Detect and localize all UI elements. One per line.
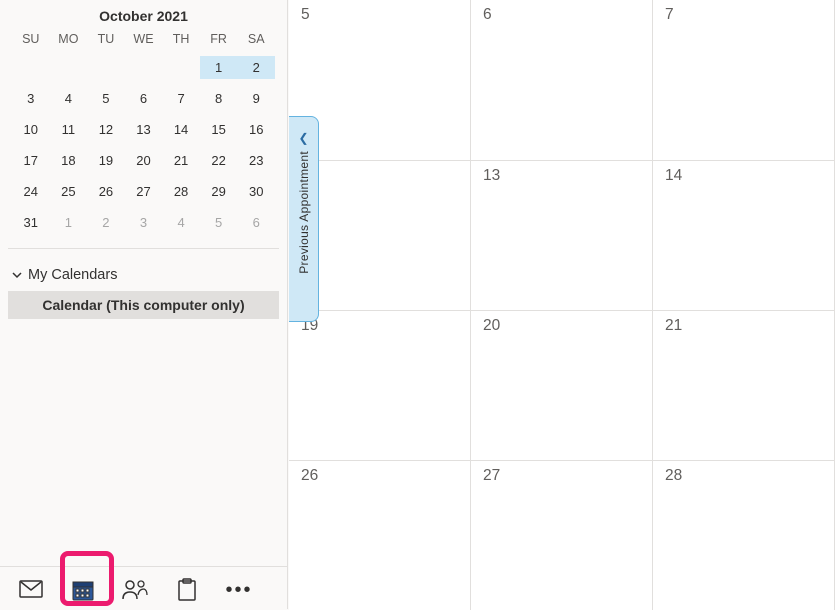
bottom-nav: ••• <box>0 566 288 609</box>
mini-cal-day[interactable]: 15 <box>200 118 238 141</box>
divider <box>8 248 279 249</box>
my-calendars-header[interactable]: My Calendars <box>8 261 279 291</box>
nav-mail-button[interactable] <box>18 577 44 603</box>
mini-cal-day[interactable]: 31 <box>12 211 50 234</box>
main-calendar-view: 5671314192021262728 <box>289 0 835 609</box>
mini-cal-dow: TU <box>87 32 125 48</box>
mini-calendar: October 2021 SUMOTUWETHFRSA1234567891011… <box>0 0 287 234</box>
mini-cal-day[interactable]: 26 <box>87 180 125 203</box>
month-cell[interactable]: 7 <box>653 0 835 160</box>
month-cell[interactable]: 27 <box>471 460 653 610</box>
mini-cal-day[interactable]: 17 <box>12 149 50 172</box>
mini-cal-day[interactable]: 28 <box>162 180 200 203</box>
month-cell[interactable]: 13 <box>471 160 653 310</box>
month-cell[interactable]: 14 <box>653 160 835 310</box>
month-cell[interactable]: 28 <box>653 460 835 610</box>
mini-cal-dow: MO <box>50 32 88 48</box>
mini-cal-day[interactable]: 19 <box>87 149 125 172</box>
mini-cal-day[interactable]: 5 <box>87 87 125 110</box>
mini-cal-day[interactable]: 3 <box>12 87 50 110</box>
month-cell[interactable]: 19 <box>289 310 471 460</box>
mini-cal-day[interactable]: 14 <box>162 118 200 141</box>
mini-cal-day[interactable]: 16 <box>237 118 275 141</box>
mini-cal-day[interactable]: 25 <box>50 180 88 203</box>
mini-cal-day[interactable]: 4 <box>50 87 88 110</box>
mini-cal-day[interactable]: 21 <box>162 149 200 172</box>
mini-cal-day[interactable]: 2 <box>87 211 125 234</box>
mini-cal-day[interactable]: 20 <box>125 149 163 172</box>
ellipsis-icon: ••• <box>226 586 253 594</box>
mini-cal-day <box>12 56 50 79</box>
mini-cal-day[interactable]: 9 <box>237 87 275 110</box>
mini-calendar-grid: SUMOTUWETHFRSA12345678910111213141516171… <box>12 32 275 234</box>
mini-cal-day[interactable]: 7 <box>162 87 200 110</box>
my-calendars-label: My Calendars <box>28 267 117 283</box>
mini-cal-day <box>125 56 163 79</box>
mini-cal-dow: FR <box>200 32 238 48</box>
month-cell[interactable]: 6 <box>471 0 653 160</box>
mini-cal-day[interactable]: 23 <box>237 149 275 172</box>
chevron-left-icon: ❮ <box>298 131 308 145</box>
mini-cal-dow: SU <box>12 32 50 48</box>
mini-cal-dow: TH <box>162 32 200 48</box>
mini-cal-day <box>87 56 125 79</box>
month-cell[interactable]: 20 <box>471 310 653 460</box>
tasks-icon <box>177 578 197 602</box>
mini-cal-day[interactable]: 1 <box>200 56 238 79</box>
mini-cal-day[interactable]: 2 <box>237 56 275 79</box>
month-cell[interactable]: 21 <box>653 310 835 460</box>
mini-cal-day[interactable]: 30 <box>237 180 275 203</box>
nav-overflow-button[interactable]: ••• <box>226 577 252 603</box>
mini-cal-day <box>50 56 88 79</box>
mini-cal-day[interactable]: 5 <box>200 211 238 234</box>
previous-appointment-label: Previous Appointment <box>297 151 311 274</box>
mini-cal-day[interactable]: 4 <box>162 211 200 234</box>
mini-cal-day[interactable]: 1 <box>50 211 88 234</box>
mini-cal-day[interactable]: 3 <box>125 211 163 234</box>
month-grid: 5671314192021262728 <box>289 0 835 609</box>
calendar-item[interactable]: Calendar (This computer only) <box>8 291 279 319</box>
chevron-down-icon <box>12 270 22 280</box>
calendar-icon <box>72 579 94 601</box>
mini-cal-day[interactable]: 18 <box>50 149 88 172</box>
mini-cal-day[interactable]: 29 <box>200 180 238 203</box>
mini-cal-day[interactable]: 12 <box>87 118 125 141</box>
mini-cal-day[interactable]: 27 <box>125 180 163 203</box>
mini-cal-day[interactable]: 10 <box>12 118 50 141</box>
month-cell[interactable]: 26 <box>289 460 471 610</box>
mail-icon <box>19 580 43 600</box>
nav-tasks-button[interactable] <box>174 577 200 603</box>
mini-cal-day[interactable]: 6 <box>125 87 163 110</box>
nav-calendar-button[interactable] <box>70 577 96 603</box>
nav-people-button[interactable] <box>122 577 148 603</box>
mini-cal-day[interactable]: 22 <box>200 149 238 172</box>
mini-cal-day <box>162 56 200 79</box>
people-icon <box>122 579 148 601</box>
sidebar: October 2021 SUMOTUWETHFRSA1234567891011… <box>0 0 288 609</box>
mini-cal-day[interactable]: 6 <box>237 211 275 234</box>
mini-cal-day[interactable]: 8 <box>200 87 238 110</box>
mini-cal-day[interactable]: 24 <box>12 180 50 203</box>
mini-cal-day[interactable]: 13 <box>125 118 163 141</box>
calendars-section: My Calendars Calendar (This computer onl… <box>0 261 287 319</box>
calendar-item-label: Calendar (This computer only) <box>42 297 244 313</box>
previous-appointment-tab[interactable]: ❮ Previous Appointment <box>289 116 319 322</box>
mini-cal-dow: SA <box>237 32 275 48</box>
mini-calendar-title[interactable]: October 2021 <box>12 4 275 32</box>
mini-cal-day[interactable]: 11 <box>50 118 88 141</box>
mini-cal-dow: WE <box>125 32 163 48</box>
